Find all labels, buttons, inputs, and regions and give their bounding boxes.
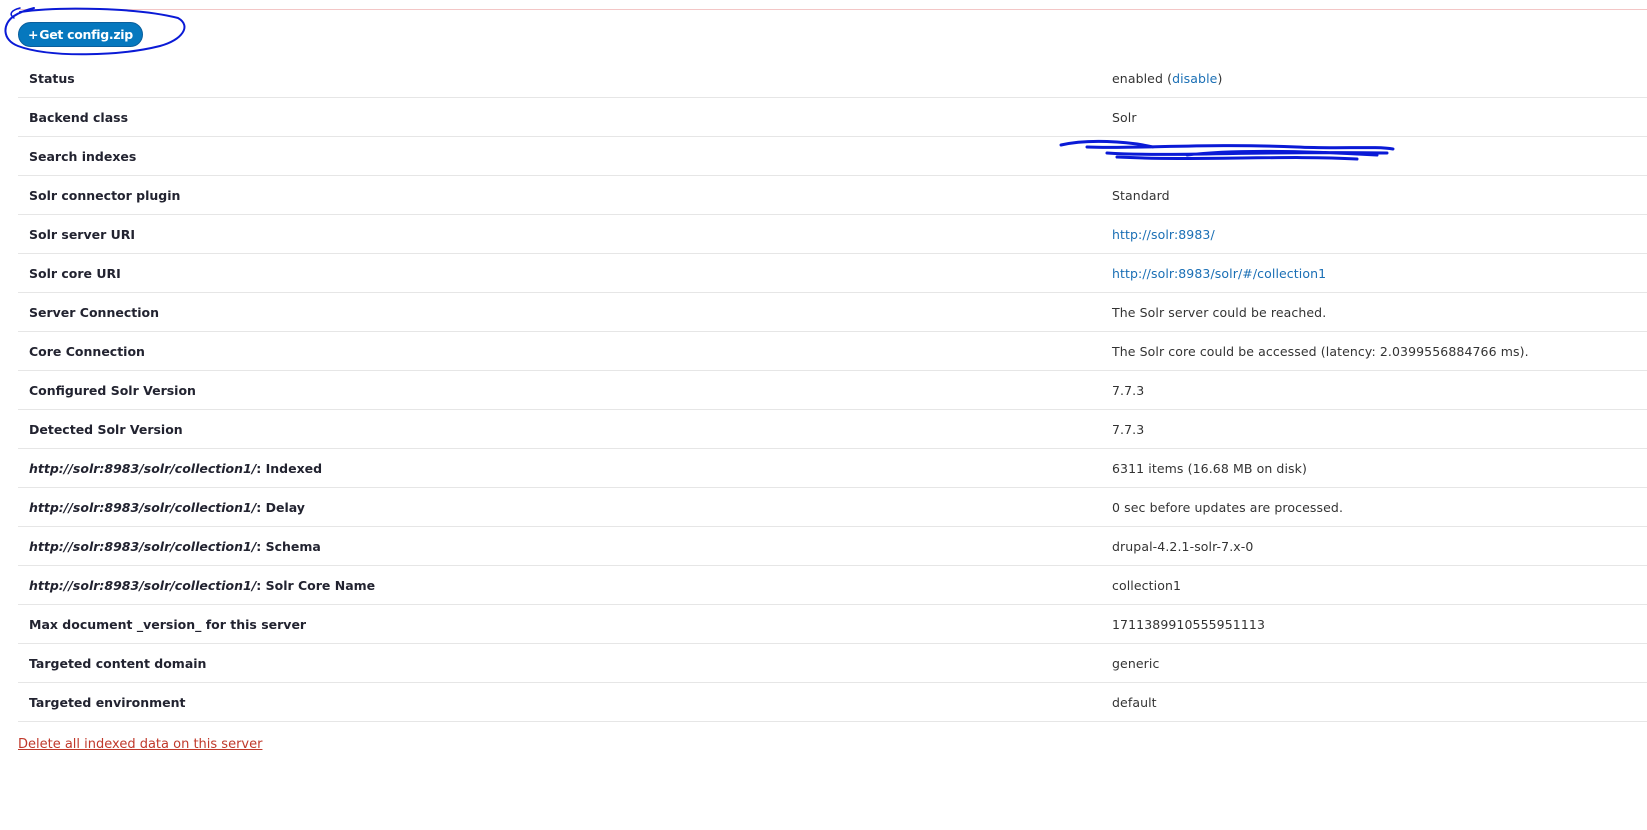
row-label: Backend class [18, 97, 1112, 137]
row-label: http://solr:8983/solr/collection1/: Sche… [18, 526, 1112, 566]
row-value: 6311 items (16.68 MB on disk) [1112, 448, 1647, 488]
row-label: Solr connector plugin [18, 175, 1112, 215]
row-value: Solr [1112, 97, 1647, 137]
solr-server-uri-link[interactable]: http://solr:8983/ [1112, 227, 1215, 242]
row-value: Standard [1112, 175, 1647, 215]
row-label-uri: http://solr:8983/solr/collection1/ [29, 577, 257, 593]
table-row: Targeted environment default [18, 682, 1647, 722]
table-row: Solr connector plugin Standard [18, 175, 1647, 215]
row-value: generic [1112, 643, 1647, 683]
row-value: default [1112, 682, 1647, 722]
row-value: enabled (disable) [1112, 59, 1647, 98]
row-label: Detected Solr Version [18, 409, 1112, 449]
table-row: Status enabled (disable) [18, 59, 1647, 98]
row-value: 7.7.3 [1112, 409, 1647, 449]
table-row: Targeted content domain generic [18, 643, 1647, 683]
row-value: The Solr core could be accessed (latency… [1112, 331, 1647, 371]
row-label: http://solr:8983/solr/collection1/: Solr… [18, 565, 1112, 605]
top-divider [18, 9, 1647, 10]
get-config-zip-label: Get config.zip [39, 27, 133, 42]
row-value: http://solr:8983/ [1112, 214, 1647, 254]
row-value [1059, 136, 1647, 176]
table-row: Configured Solr Version 7.7.3 [18, 370, 1647, 410]
row-label: Max document _version_ for this server [18, 604, 1112, 644]
row-value: 0 sec before updates are processed. [1112, 487, 1647, 527]
table-row: http://solr:8983/solr/collection1/: Sche… [18, 526, 1647, 566]
row-label: Targeted environment [18, 682, 1112, 722]
row-label: http://solr:8983/solr/collection1/: Dela… [18, 487, 1112, 527]
table-row: Core Connection The Solr core could be a… [18, 331, 1647, 371]
row-label-suffix: : Delay [256, 499, 305, 515]
table-row: Solr server URI http://solr:8983/ [18, 214, 1647, 254]
table-row: http://solr:8983/solr/collection1/: Dela… [18, 487, 1647, 527]
table-row: http://solr:8983/solr/collection1/: Inde… [18, 448, 1647, 488]
row-label: Targeted content domain [18, 643, 1112, 683]
table-row: Backend class Solr [18, 97, 1647, 137]
row-label-uri: http://solr:8983/solr/collection1/ [29, 460, 257, 476]
row-value: drupal-4.2.1-solr-7.x-0 [1112, 526, 1647, 566]
table-row: Server Connection The Solr server could … [18, 292, 1647, 332]
row-label-uri: http://solr:8983/solr/collection1/ [29, 538, 257, 554]
row-label: http://solr:8983/solr/collection1/: Inde… [18, 448, 1112, 488]
redaction-scribble-icon [1059, 139, 1395, 160]
server-info-table: Status enabled (disable) Backend class S… [18, 59, 1647, 722]
disable-link[interactable]: disable [1172, 71, 1217, 86]
row-label-uri: http://solr:8983/solr/collection1/ [29, 499, 257, 515]
delete-all-indexed-data-link[interactable]: Delete all indexed data on this server [18, 737, 262, 752]
row-value: The Solr server could be reached. [1112, 292, 1647, 332]
row-label: Solr server URI [18, 214, 1112, 254]
table-row: Max document _version_ for this server 1… [18, 604, 1647, 644]
table-row: Solr core URI http://solr:8983/solr/#/co… [18, 253, 1647, 293]
status-text-close: ) [1217, 70, 1223, 86]
row-label-suffix: : Indexed [256, 460, 323, 476]
table-row: Detected Solr Version 7.7.3 [18, 409, 1647, 449]
table-row: Search indexes [18, 136, 1647, 176]
row-value: collection1 [1112, 565, 1647, 605]
row-value: 1711389910555951113 [1112, 604, 1647, 644]
row-label: Status [18, 59, 1112, 98]
plus-icon: + [28, 27, 39, 42]
row-label: Solr core URI [18, 253, 1112, 293]
row-value: http://solr:8983/solr/#/collection1 [1112, 253, 1647, 293]
row-label-suffix: : Solr Core Name [256, 577, 376, 593]
get-config-zip-button[interactable]: +Get config.zip [18, 22, 143, 47]
table-row: http://solr:8983/solr/collection1/: Solr… [18, 565, 1647, 605]
row-label: Core Connection [18, 331, 1112, 371]
row-value: 7.7.3 [1112, 370, 1647, 410]
status-text: enabled ( [1112, 70, 1173, 86]
row-label: Search indexes [18, 136, 1112, 176]
row-label: Server Connection [18, 292, 1112, 332]
redacted-scribble [1059, 139, 1402, 161]
solr-core-uri-link[interactable]: http://solr:8983/solr/#/collection1 [1112, 266, 1326, 281]
row-label: Configured Solr Version [18, 370, 1112, 410]
row-label-suffix: : Schema [256, 538, 321, 554]
